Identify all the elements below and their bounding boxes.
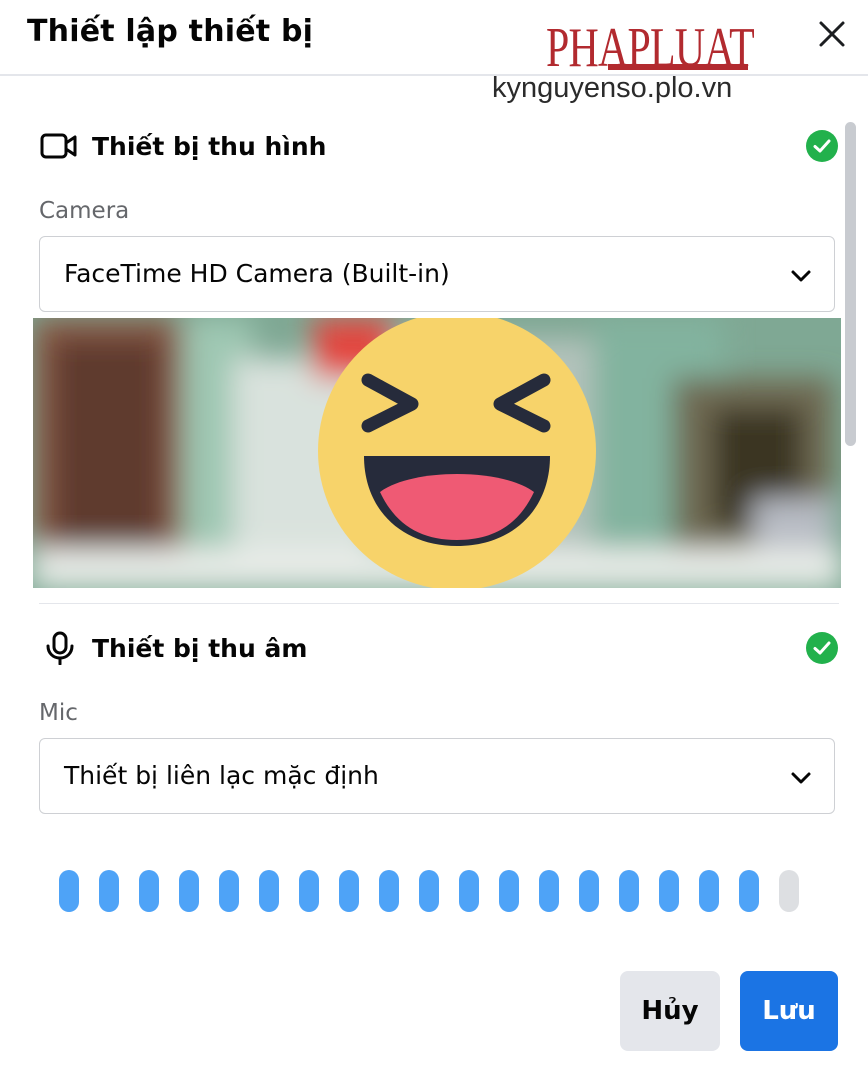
camera-select[interactable]: FaceTime HD Camera (Built-in) <box>39 236 835 312</box>
camera-preview <box>33 318 841 588</box>
microphone-icon <box>40 628 80 668</box>
audio-section-heading: Thiết bị thu âm <box>40 626 307 670</box>
video-camera-icon <box>40 126 80 166</box>
dialog-title: Thiết lập thiết bị <box>27 14 314 49</box>
audio-section-title: Thiết bị thu âm <box>92 633 308 663</box>
mic-level-segment <box>339 870 359 912</box>
laughing-emoji-icon <box>318 318 596 588</box>
chevron-down-icon <box>791 772 811 784</box>
mic-level-segment <box>539 870 559 912</box>
video-section-heading: Thiết bị thu hình <box>40 124 326 168</box>
mic-level-segment <box>379 870 399 912</box>
mic-level-segment <box>419 870 439 912</box>
mic-level-segment <box>99 870 119 912</box>
mic-level-meter <box>59 870 819 914</box>
check-circle-icon <box>806 130 838 162</box>
watermark-site: kynguyenso.plo.vn <box>492 72 733 104</box>
mic-select-value: Thiết bị liên lạc mặc định <box>64 761 379 790</box>
scrollbar[interactable] <box>845 122 856 446</box>
mic-level-segment <box>299 870 319 912</box>
mic-level-segment <box>779 870 799 912</box>
mic-level-segment <box>59 870 79 912</box>
cancel-button[interactable]: Hủy <box>620 971 720 1051</box>
mic-level-segment <box>179 870 199 912</box>
mic-level-segment <box>619 870 639 912</box>
dialog-header: Thiết lập thiết bị PHAPLUAT <box>0 0 868 79</box>
mic-level-segment <box>659 870 679 912</box>
mic-level-segment <box>739 870 759 912</box>
chevron-down-icon <box>791 270 811 282</box>
save-button[interactable]: Lưu <box>740 971 838 1051</box>
camera-field-label: Camera <box>39 198 130 224</box>
camera-select-value: FaceTime HD Camera (Built-in) <box>64 259 450 288</box>
section-divider <box>39 603 839 604</box>
close-button[interactable] <box>812 14 852 54</box>
mic-level-segment <box>259 870 279 912</box>
mic-level-segment <box>499 870 519 912</box>
mic-level-segment <box>139 870 159 912</box>
check-circle-icon <box>806 632 838 664</box>
mic-level-segment <box>459 870 479 912</box>
watermark-logo-bar <box>608 64 748 70</box>
close-icon <box>819 21 845 47</box>
mic-level-segment <box>219 870 239 912</box>
video-section-title: Thiết bị thu hình <box>92 131 327 161</box>
mic-field-label: Mic <box>39 700 78 726</box>
mic-level-segment <box>699 870 719 912</box>
mic-level-segment <box>579 870 599 912</box>
mic-select[interactable]: Thiết bị liên lạc mặc định <box>39 738 835 814</box>
